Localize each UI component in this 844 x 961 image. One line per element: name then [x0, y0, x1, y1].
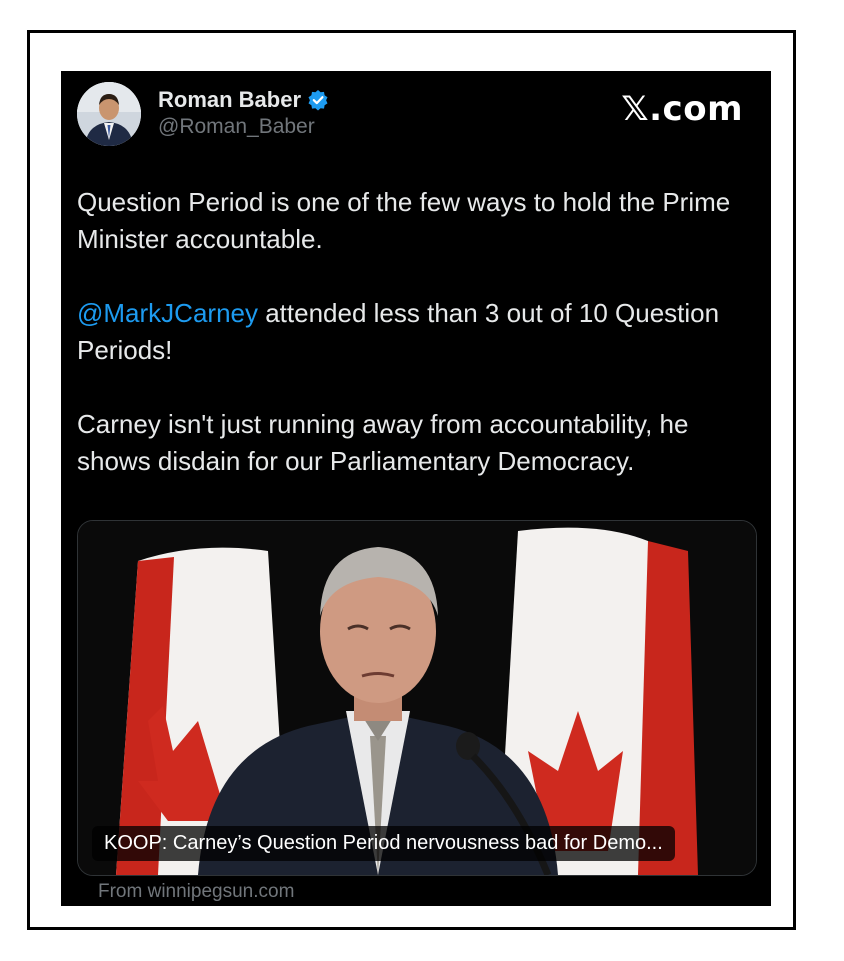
tweet-paragraph-1: Question Period is one of the few ways t…: [77, 187, 731, 254]
card-source[interactable]: From winnipegsun.com: [98, 881, 294, 903]
card-image: [78, 521, 756, 875]
author-avatar[interactable]: [77, 82, 141, 146]
author-name-text[interactable]: Roman Baber: [158, 87, 301, 113]
author-handle[interactable]: @Roman_Baber: [158, 115, 315, 139]
tweet-paragraph-2: @MarkJCarney attended less than 3 out of…: [77, 295, 757, 369]
card-caption[interactable]: KOOP: Carney’s Question Period nervousne…: [92, 826, 675, 861]
tweet-text: Question Period is one of the few ways t…: [77, 184, 757, 517]
verified-badge-icon: [308, 90, 328, 111]
link-card[interactable]: KOOP: Carney’s Question Period nervousne…: [77, 520, 757, 876]
tweet-embed: Roman Baber @Roman_Baber 𝕏.com Question …: [61, 71, 771, 906]
mention-link[interactable]: @MarkJCarney: [77, 298, 258, 328]
tweet-paragraph-3: Carney isn't just running away from acco…: [77, 409, 689, 476]
author-name[interactable]: Roman Baber: [158, 87, 329, 113]
x-logo[interactable]: 𝕏.com: [621, 89, 743, 129]
